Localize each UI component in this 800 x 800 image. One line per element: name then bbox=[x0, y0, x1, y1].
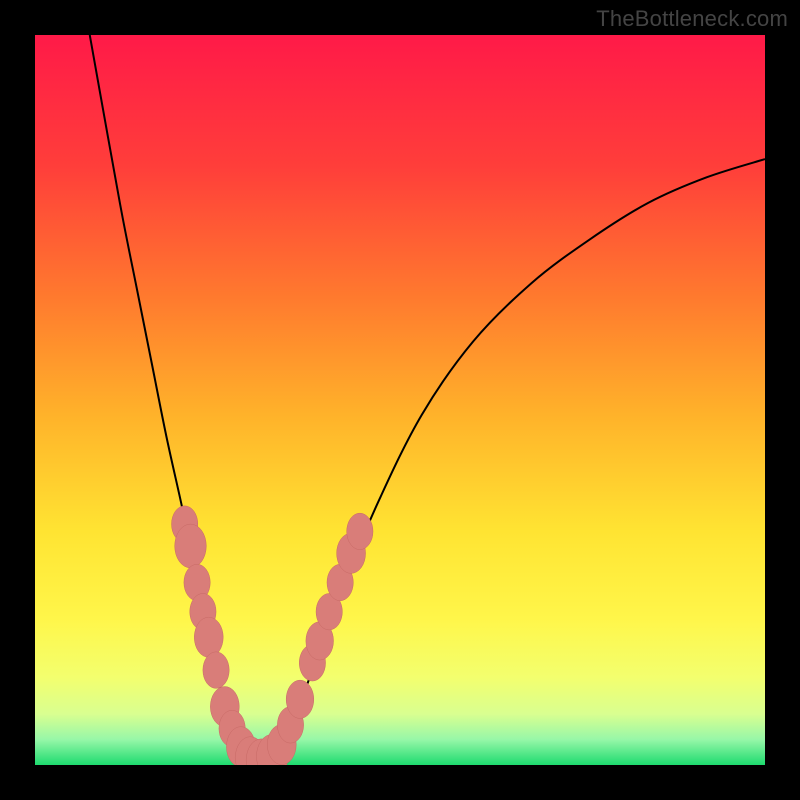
marker-dot bbox=[286, 680, 314, 718]
curve-layer bbox=[35, 35, 765, 765]
plot-area bbox=[35, 35, 765, 765]
watermark-text: TheBottleneck.com bbox=[596, 6, 788, 32]
marker-dot bbox=[194, 617, 223, 657]
marker-group bbox=[172, 506, 373, 765]
marker-dot bbox=[203, 652, 229, 689]
chart-frame: TheBottleneck.com bbox=[0, 0, 800, 800]
marker-dot bbox=[175, 524, 207, 568]
bottleneck-curve bbox=[90, 35, 765, 761]
marker-dot bbox=[347, 513, 373, 550]
